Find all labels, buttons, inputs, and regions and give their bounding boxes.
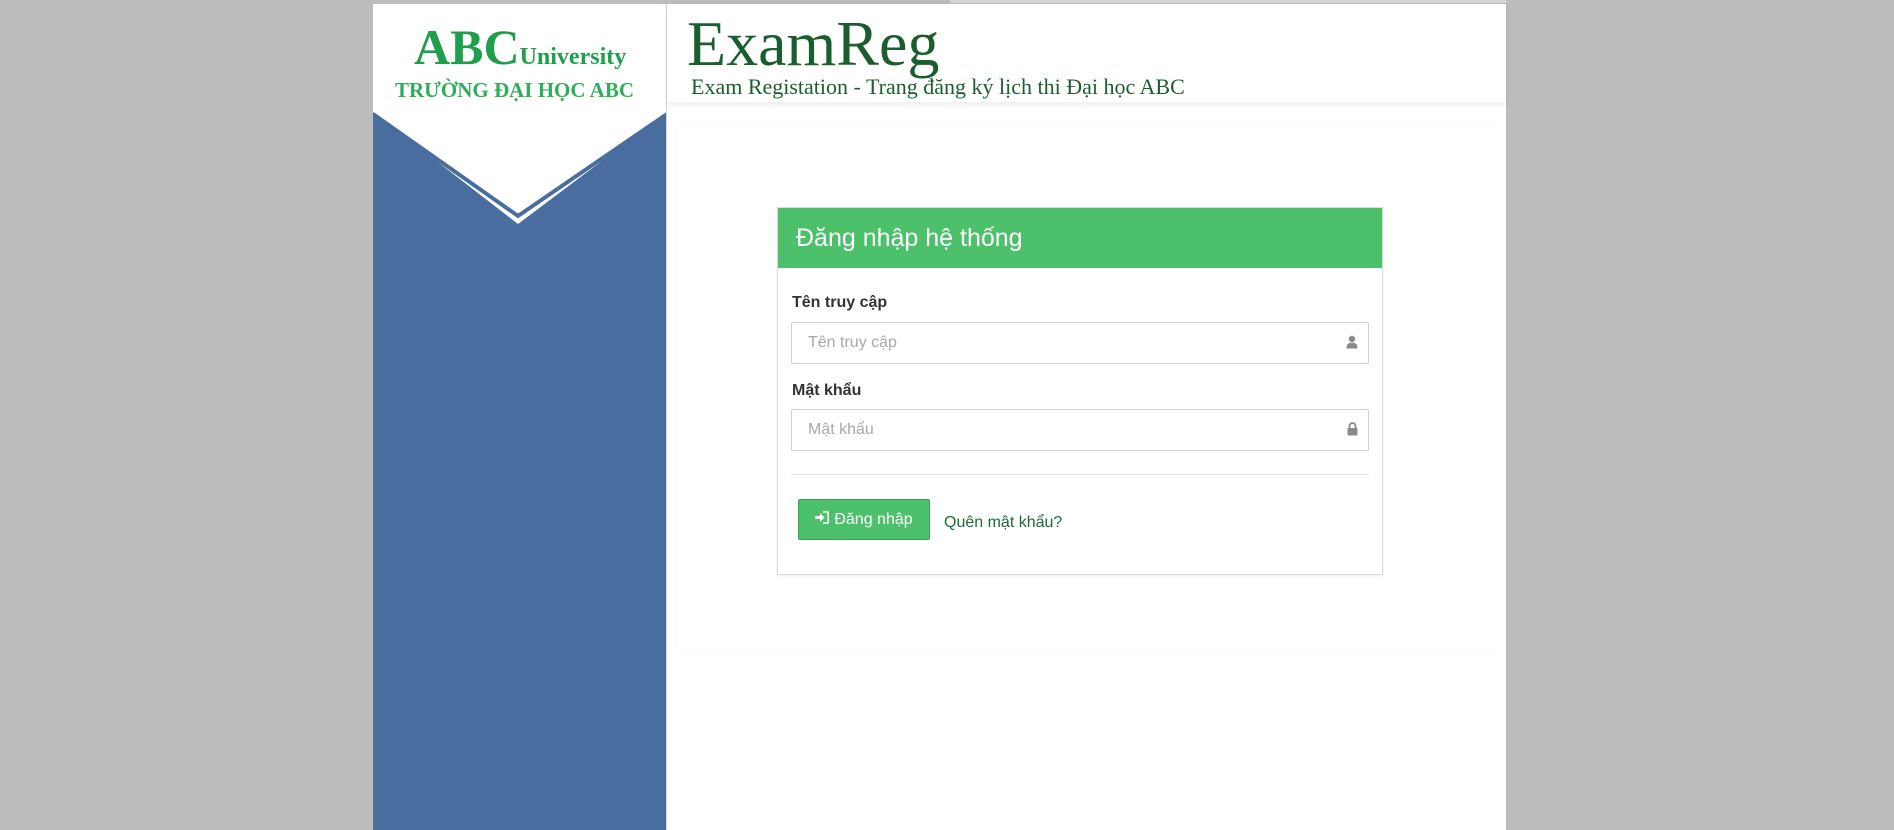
password-input[interactable] (806, 411, 1330, 449)
password-field[interactable] (791, 409, 1369, 451)
username-label: Tên truy cập (792, 294, 888, 311)
login-button-label: Đăng nhập (834, 510, 913, 528)
top-strip-segment (1139, 0, 1506, 3)
school-name: TRƯỜNG ĐẠI HỌC ABC (395, 78, 634, 102)
app-subtitle: Exam Registation - Trang đăng ký lịch th… (691, 74, 1185, 99)
page-container: ABCUniversity TRƯỜNG ĐẠI HỌC ABC ExamReg… (373, 0, 1506, 830)
sidebar-divider (666, 4, 667, 830)
forgot-password-link[interactable]: Quên mật khẩu? (944, 514, 1062, 532)
login-button[interactable]: Đăng nhập (798, 499, 930, 540)
logo-university-text: University (519, 44, 627, 70)
lock-icon (1347, 422, 1358, 441)
login-panel-title: Đăng nhập hệ thống (778, 208, 1382, 268)
login-panel: Đăng nhập hệ thống Tên truy cập Mật khẩu (777, 207, 1383, 575)
username-field[interactable] (791, 322, 1369, 364)
university-logo: ABCUniversity (414, 18, 626, 76)
username-input[interactable] (806, 324, 1330, 362)
page-header: ExamReg Exam Registation - Trang đăng ký… (667, 4, 1506, 102)
top-strip-segment (950, 0, 1145, 3)
sign-in-icon (815, 510, 830, 529)
form-divider (791, 474, 1369, 475)
logo-abc-text: ABC (414, 19, 520, 75)
password-label: Mật khẩu (792, 382, 862, 399)
user-icon (1346, 335, 1358, 354)
sidebar-banner-shape (373, 4, 667, 224)
app-title: ExamReg (687, 8, 940, 79)
sidebar: ABCUniversity TRƯỜNG ĐẠI HỌC ABC (373, 4, 667, 830)
